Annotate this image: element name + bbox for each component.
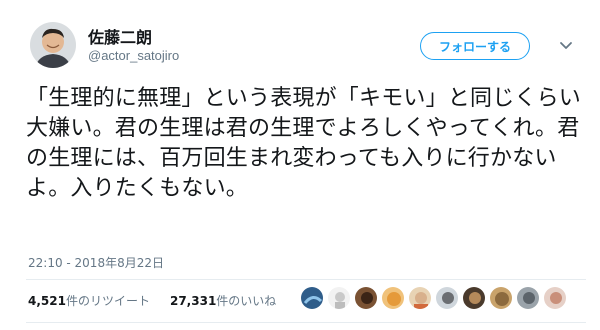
like-count: 27,331 [169,294,217,308]
liker-avatar[interactable] [462,286,486,310]
liker-avatar[interactable] [300,286,324,310]
liker-avatars [300,286,567,310]
liker-avatar[interactable] [408,286,432,310]
like-stat[interactable]: 27,331 件のいいね [170,292,276,309]
liker-avatar[interactable] [435,286,459,310]
liker-avatar[interactable] [354,286,378,310]
liker-avatar[interactable] [516,286,540,310]
retweet-stat[interactable]: 4,521 件のリツイート [28,292,150,309]
tweet-timestamp[interactable]: 22:10 - 2018年8月22日 [28,254,164,271]
tweet-stats: 4,521 件のリツイート 27,331 件のいいね [28,292,276,309]
like-label: 件のいいね [216,294,277,308]
follow-button[interactable]: フォローする [420,32,530,60]
divider [26,322,586,323]
liker-avatar[interactable] [327,286,351,310]
retweet-count: 4,521 [28,294,66,308]
liker-avatar[interactable] [489,286,513,310]
user-handle[interactable]: @actor_satojiro [88,48,179,63]
tweet-text: 「生理的に無理」という表現が「キモい」と同じくらい大嫌い。君の生理は君の生理でよ… [26,86,582,201]
profile-avatar[interactable] [30,22,76,68]
divider [26,279,586,280]
retweet-label: 件のリツイート [65,294,150,308]
liker-avatar[interactable] [381,286,405,310]
chevron-down-icon[interactable] [557,36,575,54]
liker-avatar[interactable] [543,286,567,310]
display-name[interactable]: 佐藤二朗 [88,24,152,48]
